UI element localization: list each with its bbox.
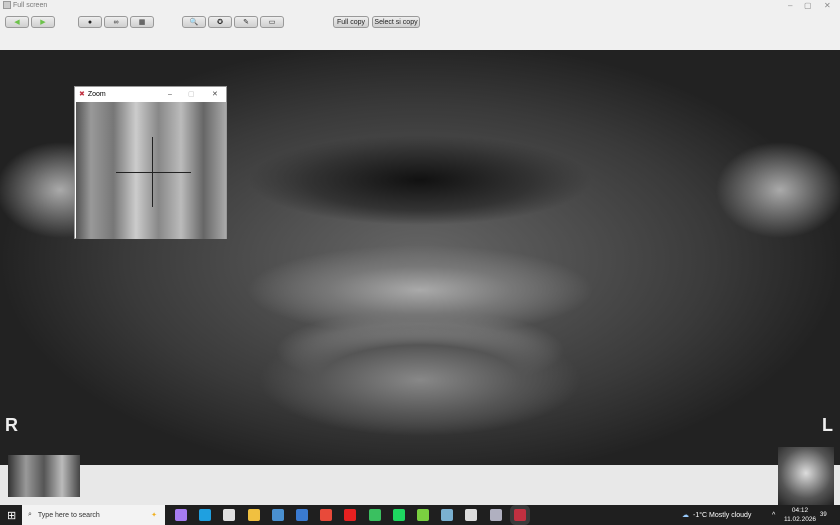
- taskbar-app-paint[interactable]: [489, 509, 502, 521]
- taskbar-search[interactable]: ⌕ Type here to search ✦: [22, 505, 165, 525]
- taskbar-app-spotify[interactable]: [392, 509, 405, 521]
- lifebuoy-button[interactable]: ✪: [208, 16, 232, 28]
- zoom-minimize-button[interactable]: –: [168, 91, 172, 98]
- taskbar-app-app[interactable]: [296, 509, 308, 521]
- monitor-icon: ▭: [268, 19, 276, 26]
- zoom-close-button[interactable]: ✕: [212, 90, 218, 98]
- left-side-marker: L: [822, 415, 833, 435]
- taskbar-app-network[interactable]: [441, 509, 454, 521]
- taskbar-app-music[interactable]: [417, 509, 429, 521]
- search-placeholder: Type here to search: [37, 511, 100, 519]
- right-side-marker: R: [5, 415, 18, 435]
- notification-badge[interactable]: 39: [820, 505, 827, 525]
- taskbar-app-chrome[interactable]: [320, 509, 333, 521]
- sparkle-icon[interactable]: ✦: [151, 511, 157, 519]
- weather-text: -1°C Mostly cloudy: [693, 511, 752, 519]
- pencil-icon: ✎: [243, 19, 249, 26]
- thumbnail-periapical[interactable]: [8, 455, 80, 497]
- cloud-icon: ☁: [682, 512, 689, 519]
- close-button[interactable]: ✕: [824, 1, 831, 10]
- arrow-left-icon: ◀: [14, 19, 20, 26]
- title-bar: Full screen – ▢ ✕: [0, 0, 840, 11]
- tray-chevron-icon[interactable]: ^: [772, 505, 775, 525]
- minimize-button[interactable]: –: [788, 1, 792, 10]
- zoom-tool-button[interactable]: 🔍: [182, 16, 206, 28]
- pencil-button[interactable]: ✎: [234, 16, 258, 28]
- weather-widget[interactable]: ☁ -1°C Mostly cloudy: [682, 505, 751, 525]
- taskbar-app-xray-viewer[interactable]: [513, 509, 526, 521]
- clock[interactable]: 04:12 11.02.2026: [784, 506, 816, 524]
- zoom-title: Zoom: [87, 90, 106, 98]
- zoom-maximize-button[interactable]: ▢: [188, 90, 195, 98]
- back-button[interactable]: ◀: [5, 16, 29, 28]
- full-copy-button[interactable]: Full copy: [333, 16, 369, 28]
- thumbnail-strip: [0, 447, 840, 505]
- taskbar-app-edge[interactable]: [199, 509, 212, 521]
- taskbar-app-whatsapp[interactable]: [368, 509, 381, 521]
- window-title: Full screen: [13, 2, 48, 9]
- windows-start-icon[interactable]: ⊞: [7, 509, 16, 522]
- taskbar: ⊞ ⌕ Type here to search ✦ ☁ -1°C Mostly c…: [0, 505, 840, 525]
- grid-icon: ▦: [138, 19, 146, 26]
- arrow-right-icon: ▶: [40, 19, 46, 26]
- infinity-icon: ∞: [113, 18, 119, 26]
- select-copy-button[interactable]: Select si copy: [372, 16, 420, 28]
- taskbar-app-file-explorer[interactable]: [247, 509, 260, 521]
- taskbar-app-youtube[interactable]: [344, 509, 357, 521]
- lifebuoy-icon: ✪: [217, 19, 223, 26]
- clock-date: 11.02.2026: [784, 516, 817, 523]
- taskbar-app-media[interactable]: [271, 509, 284, 521]
- circle-icon: ●: [87, 18, 93, 26]
- taskbar-app-document[interactable]: [465, 509, 478, 521]
- taskbar-app-store[interactable]: [223, 509, 236, 521]
- infinity-tool-button[interactable]: ∞: [104, 16, 128, 28]
- app-icon: [3, 1, 11, 9]
- search-icon: ⌕: [28, 511, 32, 518]
- forward-button[interactable]: ▶: [31, 16, 55, 28]
- maximize-button[interactable]: ▢: [804, 1, 812, 10]
- taskbar-app-copilot[interactable]: [175, 509, 187, 521]
- magnifier-icon: 🔍: [189, 19, 199, 26]
- grid-view-button[interactable]: ▦: [130, 16, 154, 28]
- zoom-preview: [76, 102, 226, 239]
- thumbnail-cephalometric[interactable]: [778, 447, 834, 505]
- zoom-window[interactable]: ✖ Zoom – ▢ ✕: [74, 86, 227, 239]
- zoom-app-icon: ✖: [79, 91, 85, 98]
- zoom-title-bar[interactable]: ✖ Zoom – ▢ ✕: [75, 87, 226, 101]
- clock-time: 04:12: [791, 507, 809, 514]
- crosshair-horizontal: [116, 172, 191, 173]
- circle-tool-button[interactable]: ●: [78, 16, 102, 28]
- monitor-button[interactable]: ▭: [260, 16, 284, 28]
